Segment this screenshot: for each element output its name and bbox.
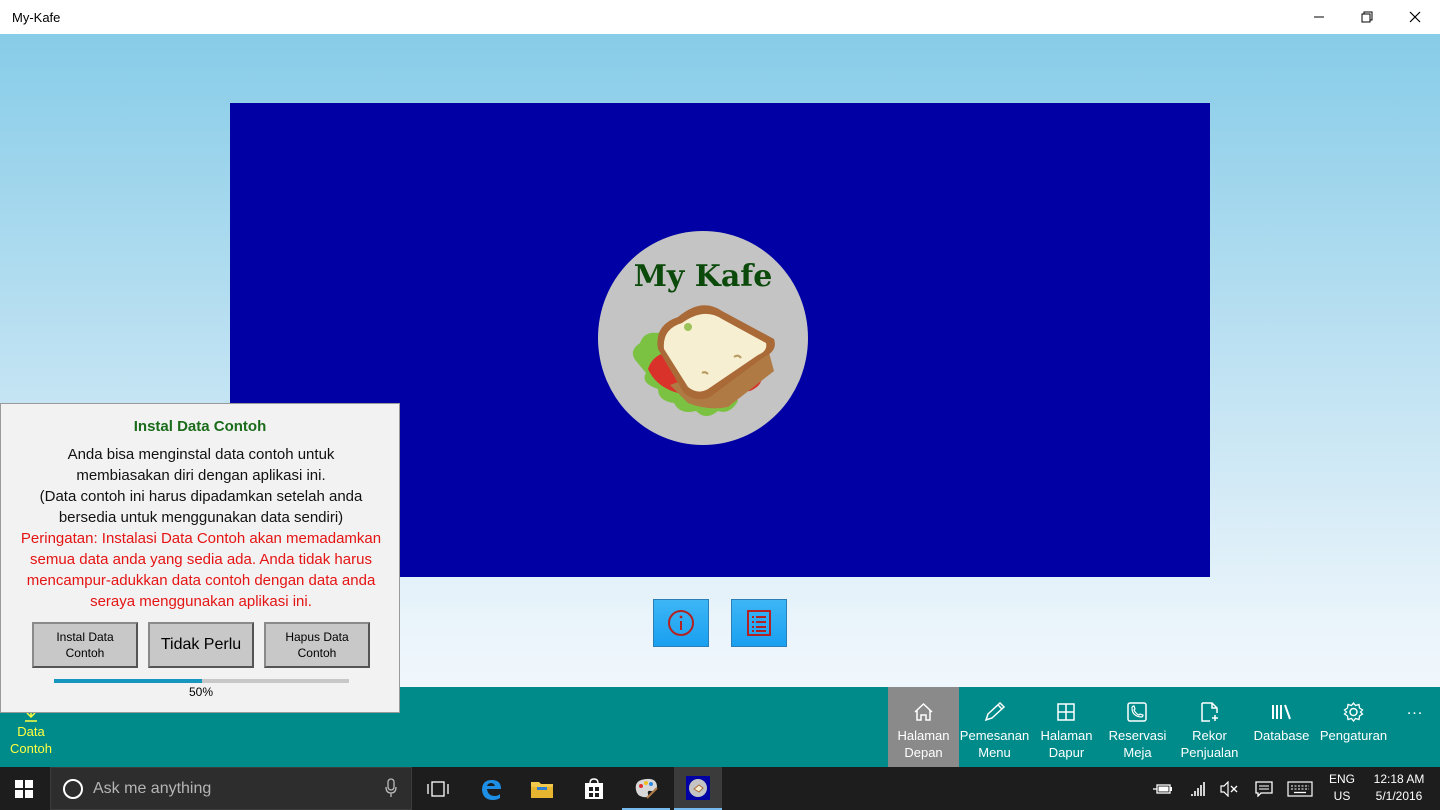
sandwich-image: [632, 305, 775, 416]
my-kafe-app-icon: [686, 775, 710, 800]
nav-label: Halaman: [897, 728, 950, 743]
volume-tray-button[interactable]: [1216, 767, 1242, 810]
document-icon: [1201, 702, 1218, 722]
task-view-icon: [427, 780, 449, 797]
store-icon: [585, 777, 603, 799]
progress-bar: [54, 679, 349, 683]
progress-label: 50%: [188, 685, 214, 699]
gear-icon: [1343, 702, 1364, 722]
info-icon: [668, 610, 694, 636]
logo-badge: My Kafe: [598, 231, 808, 445]
minimize-button[interactable]: [1296, 0, 1342, 34]
paint-palette-icon: [635, 778, 658, 799]
skip-button[interactable]: Tidak Perlu: [148, 622, 254, 668]
keyboard-icon: [1287, 780, 1313, 797]
install-sample-data-dialog: Instal Data Contoh Anda bisa menginstal …: [0, 403, 400, 713]
nav-item-home[interactable]: Halaman Depan: [888, 687, 959, 767]
nav-item-table-reservation[interactable]: Reservasi Meja: [1102, 687, 1173, 767]
paint-app-button[interactable]: [622, 767, 670, 810]
start-button[interactable]: [0, 767, 48, 810]
nav-label: Pengaturan: [1319, 728, 1388, 743]
nav-label: Dapur: [1048, 745, 1085, 760]
clock-date: 5/1/2016: [1375, 789, 1423, 803]
dialog-description: Anda bisa menginstal data contoh untuk m…: [11, 444, 391, 528]
nav-label: Reservasi: [1108, 728, 1167, 743]
nav-item-kitchen[interactable]: Halaman Dapur: [1031, 687, 1102, 767]
search-placeholder: Ask me anything: [93, 780, 212, 797]
nav-item-sample-data[interactable]: Data Contoh: [2, 707, 60, 757]
more-button[interactable]: ...: [1400, 701, 1430, 719]
touch-keyboard-button[interactable]: [1284, 767, 1316, 810]
volume-muted-icon: [1220, 780, 1238, 797]
folder-icon: [531, 781, 553, 798]
file-explorer-button[interactable]: [518, 767, 566, 810]
network-tray-button[interactable]: [1186, 767, 1212, 810]
list-icon: [747, 610, 771, 636]
home-icon: [914, 702, 933, 721]
warning-line: seraya menggunakan aplikasi ini.: [90, 593, 312, 610]
warning-line: mencampur-adukkan data contoh dengan dat…: [26, 572, 376, 589]
warning-line: Peringatan: Instalasi Data Contoh akan m…: [20, 530, 382, 547]
edge-icon: [482, 779, 501, 800]
language-code: ENG: [1328, 772, 1355, 786]
store-button[interactable]: [570, 767, 618, 810]
nav-label: Penjualan: [1180, 745, 1239, 760]
region-code: US: [1333, 789, 1351, 803]
nav-label: Pemesanan: [959, 728, 1030, 743]
phone-icon: [1127, 702, 1147, 722]
progress-fill: [54, 679, 202, 683]
dialog-title: Instal Data Contoh: [133, 418, 267, 435]
edge-button[interactable]: [467, 767, 515, 810]
nav-label: Halaman: [1040, 728, 1093, 743]
microphone-icon[interactable]: [384, 778, 398, 798]
language-indicator[interactable]: ENG US: [1320, 771, 1364, 805]
battery-plug-icon: [1153, 783, 1172, 794]
clock[interactable]: 12:18 AM 5/1/2016: [1362, 771, 1436, 805]
windows-icon: [15, 779, 33, 798]
nav-label: Database: [1253, 728, 1310, 743]
close-icon: [1409, 11, 1421, 23]
nav-item-sales-record[interactable]: Rekor Penjualan: [1174, 687, 1245, 767]
minimize-icon: [1314, 16, 1324, 18]
warning-line: semua data anda yang sedia ada. Anda tid…: [30, 551, 372, 568]
list-button[interactable]: [731, 599, 787, 647]
pencil-icon: [984, 702, 1006, 722]
grid-icon: [1057, 703, 1075, 721]
dialog-warning: Peringatan: Instalasi Data Contoh akan m…: [9, 528, 393, 612]
nav-label: Depan: [904, 745, 943, 760]
nav-item-database[interactable]: Database: [1246, 687, 1317, 767]
action-center-button[interactable]: [1250, 767, 1278, 810]
description-line: membiasakan diri dengan aplikasi ini.: [76, 467, 326, 484]
power-tray-button[interactable]: [1150, 767, 1176, 810]
nav-label: Meja: [1123, 745, 1152, 760]
title-bar: My-Kafe: [0, 0, 1440, 34]
nav-label: Data: [17, 724, 45, 739]
window-title: My-Kafe: [12, 9, 61, 25]
description-line: bersedia untuk menggunakan data sendiri): [58, 509, 344, 526]
taskbar: Ask me anything ENG US 12:18 AM 5/1/2016: [0, 767, 1440, 810]
nav-item-settings[interactable]: Pengaturan: [1318, 687, 1389, 767]
logo-title: My Kafe: [633, 259, 773, 294]
description-line: Anda bisa menginstal data contoh untuk: [67, 446, 335, 463]
wifi-icon: [1191, 781, 1205, 796]
info-button[interactable]: [653, 599, 709, 647]
my-kafe-app-button[interactable]: [674, 767, 722, 810]
cortana-icon: [63, 779, 83, 799]
library-icon: [1272, 704, 1291, 720]
nav-label: Contoh: [10, 741, 52, 756]
search-box[interactable]: Ask me anything: [50, 767, 412, 810]
nav-label: Menu: [978, 745, 1011, 760]
delete-sample-data-button[interactable]: Hapus Data Contoh: [264, 622, 370, 668]
notification-icon: [1255, 780, 1273, 797]
restore-icon: [1361, 11, 1373, 23]
restore-button[interactable]: [1344, 0, 1390, 34]
install-sample-data-button[interactable]: Instal Data Contoh: [32, 622, 138, 668]
task-view-button[interactable]: [414, 767, 462, 810]
description-line: (Data contoh ini harus dipadamkan setela…: [39, 488, 363, 505]
close-button[interactable]: [1392, 0, 1438, 34]
nav-label: Rekor: [1192, 728, 1227, 743]
nav-item-menu-order[interactable]: Pemesanan Menu: [959, 687, 1030, 767]
clock-time: 12:18 AM: [1373, 772, 1425, 786]
